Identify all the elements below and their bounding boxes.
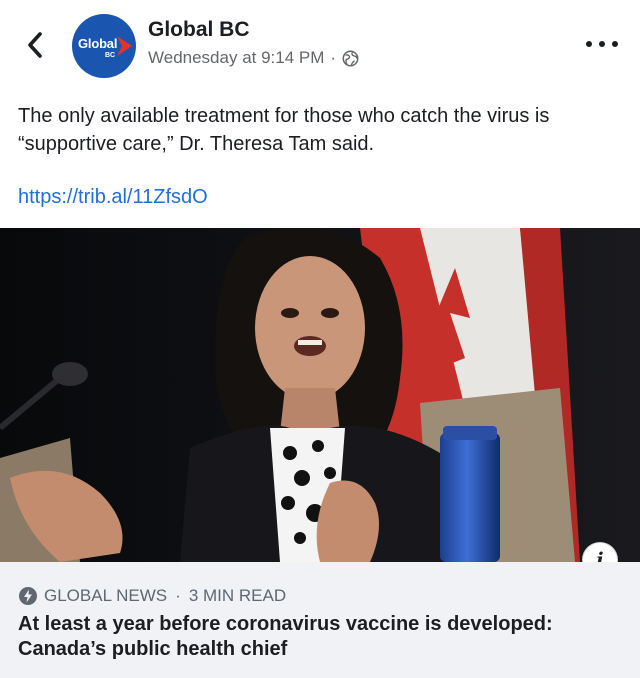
more-options-button[interactable] bbox=[586, 36, 618, 52]
more-dot bbox=[599, 41, 605, 47]
avatar-logo-sub: BC bbox=[105, 52, 116, 59]
logo-swoosh-icon bbox=[117, 36, 132, 56]
post-header: Global BC Global BC Wednesday at 9:14 PM… bbox=[0, 0, 640, 90]
link-headline[interactable]: At least a year before coronavirus vacci… bbox=[18, 612, 628, 662]
source-separator: · bbox=[175, 586, 181, 605]
page-avatar[interactable]: Global BC bbox=[72, 14, 136, 78]
link-source: GLOBAL NEWS bbox=[44, 586, 168, 605]
page-name[interactable]: Global BC bbox=[148, 18, 250, 42]
back-button[interactable] bbox=[22, 30, 48, 60]
meta-separator: · bbox=[330, 48, 337, 67]
more-dot bbox=[586, 41, 592, 47]
post-link[interactable]: https://trib.al/11ZfsdO bbox=[18, 186, 208, 209]
more-dot bbox=[612, 41, 618, 47]
article-photo[interactable] bbox=[0, 228, 640, 562]
link-card-footer[interactable]: GLOBAL NEWS · 3 MIN READ At least a year… bbox=[0, 562, 640, 678]
link-source-row: GLOBAL NEWS · 3 MIN READ bbox=[18, 586, 286, 606]
post-meta: Wednesday at 9:14 PM · bbox=[148, 48, 359, 68]
avatar-logo-text: Global bbox=[78, 36, 118, 51]
post-timestamp[interactable]: Wednesday at 9:14 PM bbox=[148, 48, 324, 68]
chevron-left-icon bbox=[28, 32, 42, 58]
bolt-icon bbox=[19, 587, 37, 605]
post-text: The only available treatment for those w… bbox=[18, 105, 550, 155]
photo-illustration bbox=[0, 228, 640, 562]
globe-icon bbox=[342, 50, 359, 66]
read-time: 3 MIN READ bbox=[188, 586, 287, 605]
